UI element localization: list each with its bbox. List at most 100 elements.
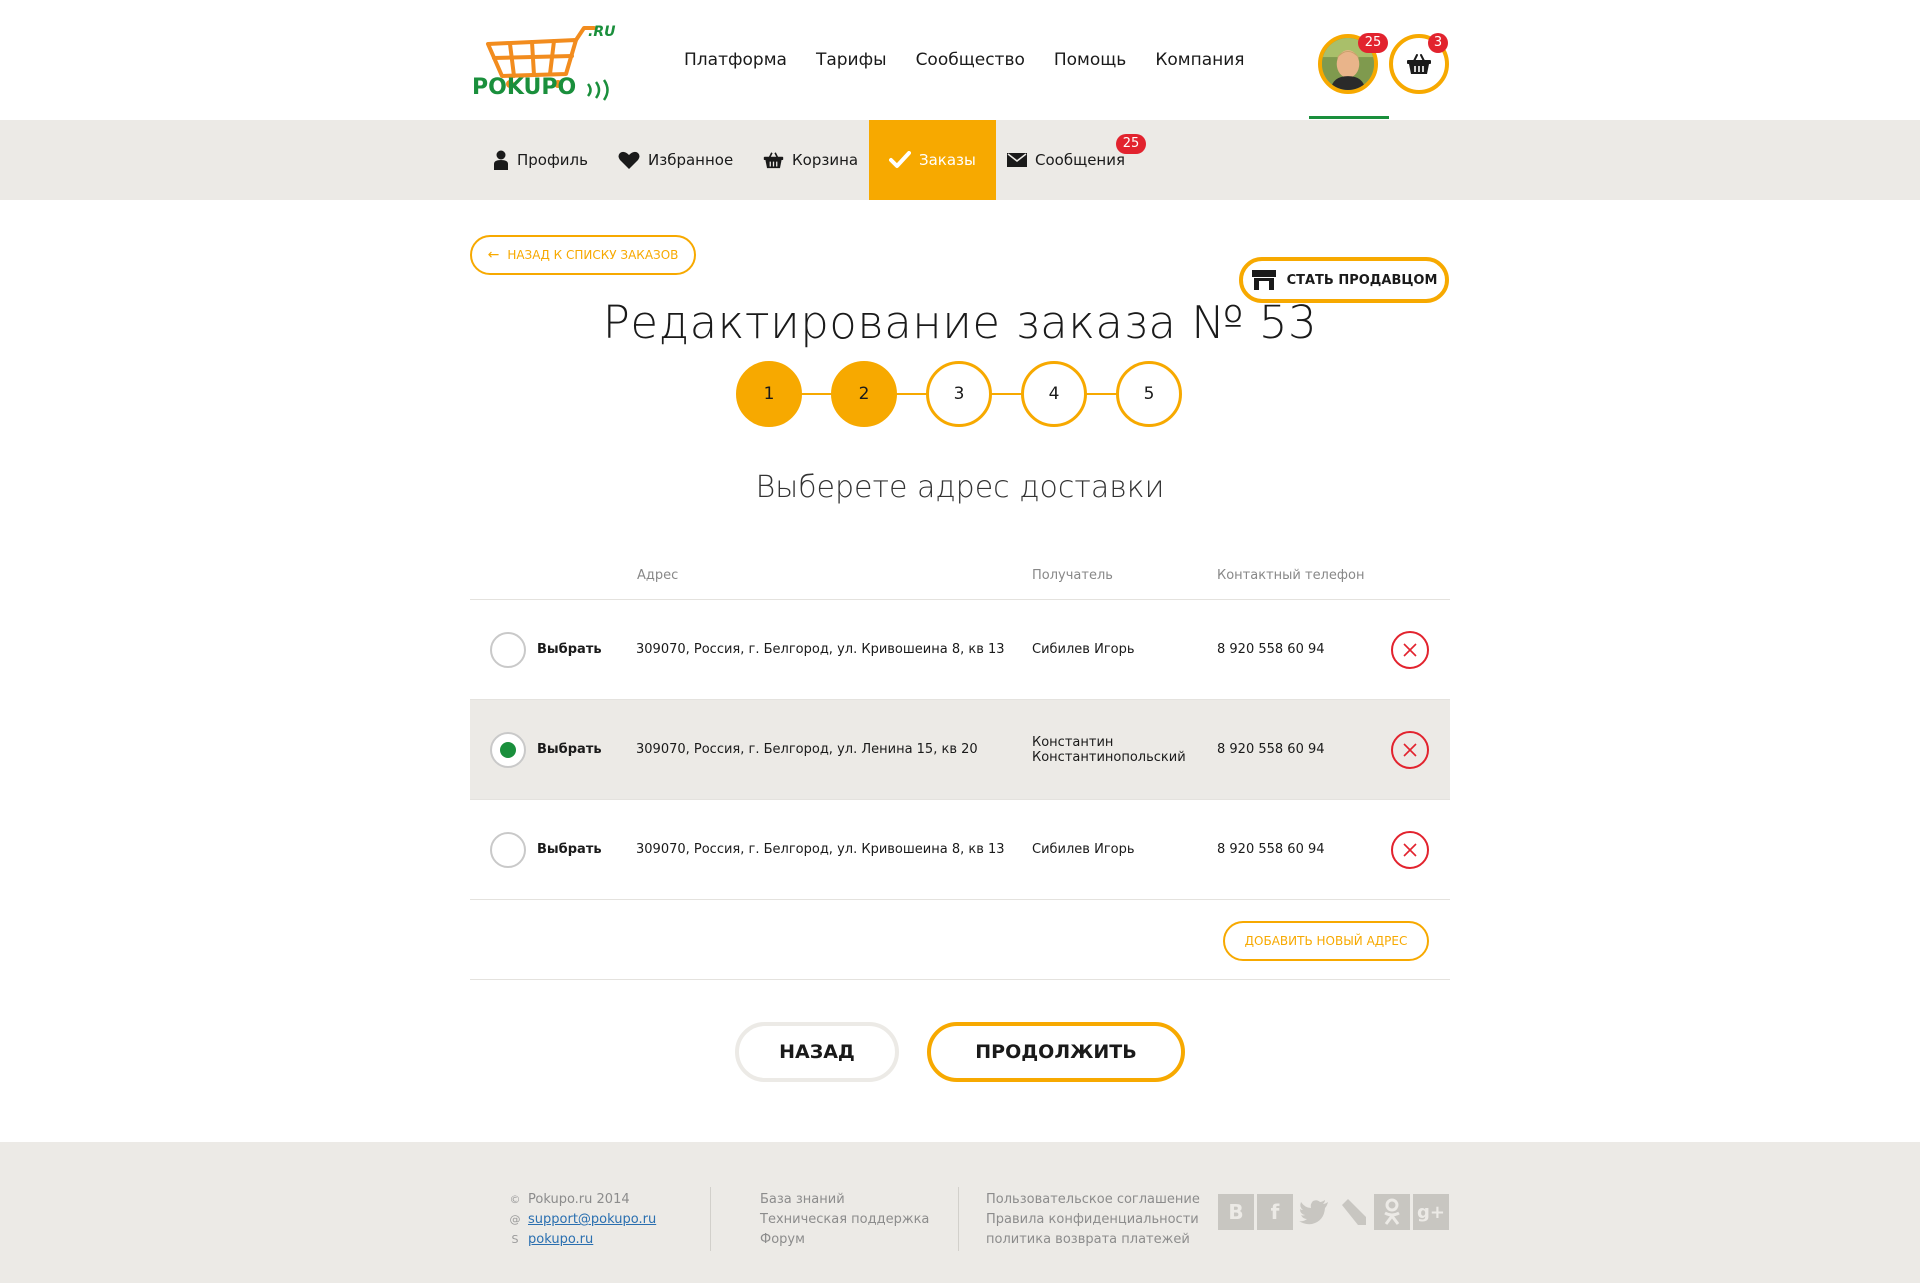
footer-link-terms[interactable]: Пользовательское соглашение bbox=[986, 1190, 1200, 1210]
page-title: Редактирование заказа № 53 bbox=[602, 296, 1318, 349]
cart-count-badge: 3 bbox=[1428, 33, 1448, 53]
phone-cell: 8 920 558 60 94 bbox=[1217, 842, 1325, 857]
vk-icon[interactable]: B bbox=[1218, 1194, 1254, 1230]
table-row[interactable]: Выбрать 309070, Россия, г. Белгород, ул.… bbox=[470, 600, 1450, 700]
active-underline bbox=[1309, 116, 1389, 119]
footer-divider bbox=[710, 1187, 711, 1251]
nav-tariffs[interactable]: Тарифы bbox=[816, 50, 887, 70]
subnav-cart[interactable]: Корзина bbox=[763, 120, 858, 200]
column-recipient: Получатель bbox=[1032, 568, 1113, 583]
notifications-badge: 25 bbox=[1358, 33, 1388, 53]
facebook-icon[interactable]: f bbox=[1257, 1194, 1293, 1230]
footer-link-support[interactable]: Техническая поддержка bbox=[760, 1210, 929, 1230]
skype-link[interactable]: pokupo.ru bbox=[528, 1230, 593, 1250]
footer-link-forum[interactable]: Форум bbox=[760, 1230, 805, 1250]
top-header: POKUPO .RU Платформа Тарифы Сообщество П… bbox=[0, 0, 1920, 120]
footer-contacts: © Pokupo.ru 2014 @ support@pokupo.ru S p… bbox=[508, 1190, 657, 1250]
basket-icon bbox=[763, 152, 784, 169]
table-row[interactable]: Выбрать 309070, Россия, г. Белгород, ул.… bbox=[470, 800, 1450, 900]
nav-help[interactable]: Помощь bbox=[1054, 50, 1126, 70]
step-1[interactable]: 1 bbox=[736, 361, 802, 427]
address-radio[interactable] bbox=[490, 632, 526, 668]
subnav-favorites[interactable]: Избранное bbox=[618, 120, 733, 200]
page: POKUPO .RU Платформа Тарифы Сообщество П… bbox=[0, 0, 1920, 1283]
address-radio-selected[interactable] bbox=[490, 732, 526, 768]
nav-company[interactable]: Компания bbox=[1155, 50, 1244, 70]
subnav-messages-label: Сообщения bbox=[1035, 151, 1126, 169]
subnav-cart-label: Корзина bbox=[792, 151, 859, 169]
check-icon bbox=[889, 151, 911, 168]
order-steps: 1 2 3 4 5 bbox=[736, 361, 1182, 427]
shop-icon bbox=[1251, 270, 1276, 290]
footer-link-refunds[interactable]: политика возврата платежей bbox=[986, 1230, 1190, 1250]
basket-icon bbox=[1407, 54, 1431, 74]
step-4[interactable]: 4 bbox=[1021, 361, 1087, 427]
footer-copyright: © Pokupo.ru 2014 bbox=[508, 1190, 656, 1210]
livejournal-icon[interactable] bbox=[1335, 1194, 1371, 1230]
subnav-profile[interactable]: Профиль bbox=[493, 120, 588, 200]
subnav-profile-label: Профиль bbox=[517, 151, 588, 169]
footer-link-knowledge[interactable]: База знаний bbox=[760, 1190, 845, 1210]
recipient-cell: Сибилев Игорь bbox=[1032, 642, 1135, 657]
subnav-orders[interactable]: Заказы bbox=[869, 120, 996, 200]
address-cell: 309070, Россия, г. Белгород, ул. Кривоше… bbox=[636, 642, 1005, 657]
subnav-messages[interactable]: Сообщения bbox=[1007, 120, 1125, 200]
twitter-icon[interactable] bbox=[1296, 1194, 1332, 1230]
footer-email: @ support@pokupo.ru bbox=[508, 1210, 657, 1230]
choose-label[interactable]: Выбрать bbox=[537, 642, 602, 657]
subnav-favorites-label: Избранное bbox=[648, 151, 734, 169]
support-email-link[interactable]: support@pokupo.ru bbox=[528, 1210, 656, 1230]
footer-divider bbox=[958, 1187, 959, 1251]
choose-label[interactable]: Выбрать bbox=[537, 842, 602, 857]
close-icon bbox=[1403, 643, 1417, 657]
copyright-icon: © bbox=[509, 1193, 521, 1206]
logo-suffix: .RU bbox=[588, 24, 616, 40]
address-cell: 309070, Россия, г. Белгород, ул. Кривоше… bbox=[636, 842, 1005, 857]
copyright-text: Pokupo.ru 2014 bbox=[528, 1192, 630, 1207]
nav-community[interactable]: Сообщество bbox=[916, 50, 1025, 70]
recipient-cell: Сибилев Игорь bbox=[1032, 842, 1135, 857]
heart-icon bbox=[618, 151, 640, 169]
logo-wordmark: POKUPO bbox=[472, 75, 576, 100]
phone-cell: 8 920 558 60 94 bbox=[1217, 642, 1325, 657]
back-button[interactable]: НАЗАД bbox=[735, 1022, 899, 1082]
choose-label[interactable]: Выбрать bbox=[537, 742, 602, 757]
step-5[interactable]: 5 bbox=[1116, 361, 1182, 427]
envelope-icon bbox=[1007, 153, 1027, 167]
delete-address-button[interactable] bbox=[1391, 631, 1429, 669]
recipient-cell: Константин Константинопольский bbox=[1032, 735, 1186, 765]
social-links: B f g+ bbox=[1218, 1194, 1449, 1230]
footer-link-privacy[interactable]: Правила конфиденциальности bbox=[986, 1210, 1199, 1230]
delete-address-button[interactable] bbox=[1391, 731, 1429, 769]
delete-address-button[interactable] bbox=[1391, 831, 1429, 869]
footer-links-help: База знаний Техническая поддержка Форум bbox=[760, 1190, 929, 1250]
step-3[interactable]: 3 bbox=[926, 361, 992, 427]
close-icon bbox=[1403, 843, 1417, 857]
back-to-orders-link[interactable]: ← НАЗАД К СПИСКУ ЗАКАЗОВ bbox=[470, 235, 696, 275]
nav-platform[interactable]: Платформа bbox=[684, 50, 787, 70]
google-plus-icon[interactable]: g+ bbox=[1413, 1194, 1449, 1230]
main-nav: Платформа Тарифы Сообщество Помощь Компа… bbox=[684, 50, 1274, 70]
column-address: Адрес bbox=[637, 568, 679, 583]
address-cell: 309070, Россия, г. Белгород, ул. Ленина … bbox=[636, 742, 978, 757]
messages-badge: 25 bbox=[1116, 134, 1146, 154]
footer-skype: S pokupo.ru bbox=[508, 1230, 656, 1250]
become-seller-label: СТАТЬ ПРОДАВЦОМ bbox=[1286, 272, 1438, 288]
phone-cell: 8 920 558 60 94 bbox=[1217, 742, 1325, 757]
at-icon: @ bbox=[509, 1213, 521, 1226]
address-table: Адрес Получатель Контактный телефон Выбр… bbox=[470, 556, 1450, 980]
footer-links-legal: Пользовательское соглашение Правила конф… bbox=[986, 1190, 1200, 1250]
table-row[interactable]: Выбрать 309070, Россия, г. Белгород, ул.… bbox=[470, 700, 1450, 800]
user-icon bbox=[494, 150, 508, 170]
account-nav: Профиль Избранное Корзина Заказы Сообщен… bbox=[0, 120, 1920, 303]
pokupo-logo[interactable]: POKUPO .RU bbox=[470, 22, 620, 102]
add-address-button[interactable]: ДОБАВИТЬ НОВЫЙ АДРЕС bbox=[1223, 921, 1429, 961]
step-2[interactable]: 2 bbox=[831, 361, 897, 427]
continue-button[interactable]: ПРОДОЛЖИТЬ bbox=[927, 1022, 1185, 1082]
skype-icon: S bbox=[511, 1233, 519, 1246]
add-address-row: ДОБАВИТЬ НОВЫЙ АДРЕС bbox=[470, 900, 1450, 980]
odnoklassniki-icon[interactable] bbox=[1374, 1194, 1410, 1230]
close-icon bbox=[1403, 743, 1417, 757]
address-radio[interactable] bbox=[490, 832, 526, 868]
section-subtitle: Выберете адрес доставки bbox=[755, 470, 1165, 505]
